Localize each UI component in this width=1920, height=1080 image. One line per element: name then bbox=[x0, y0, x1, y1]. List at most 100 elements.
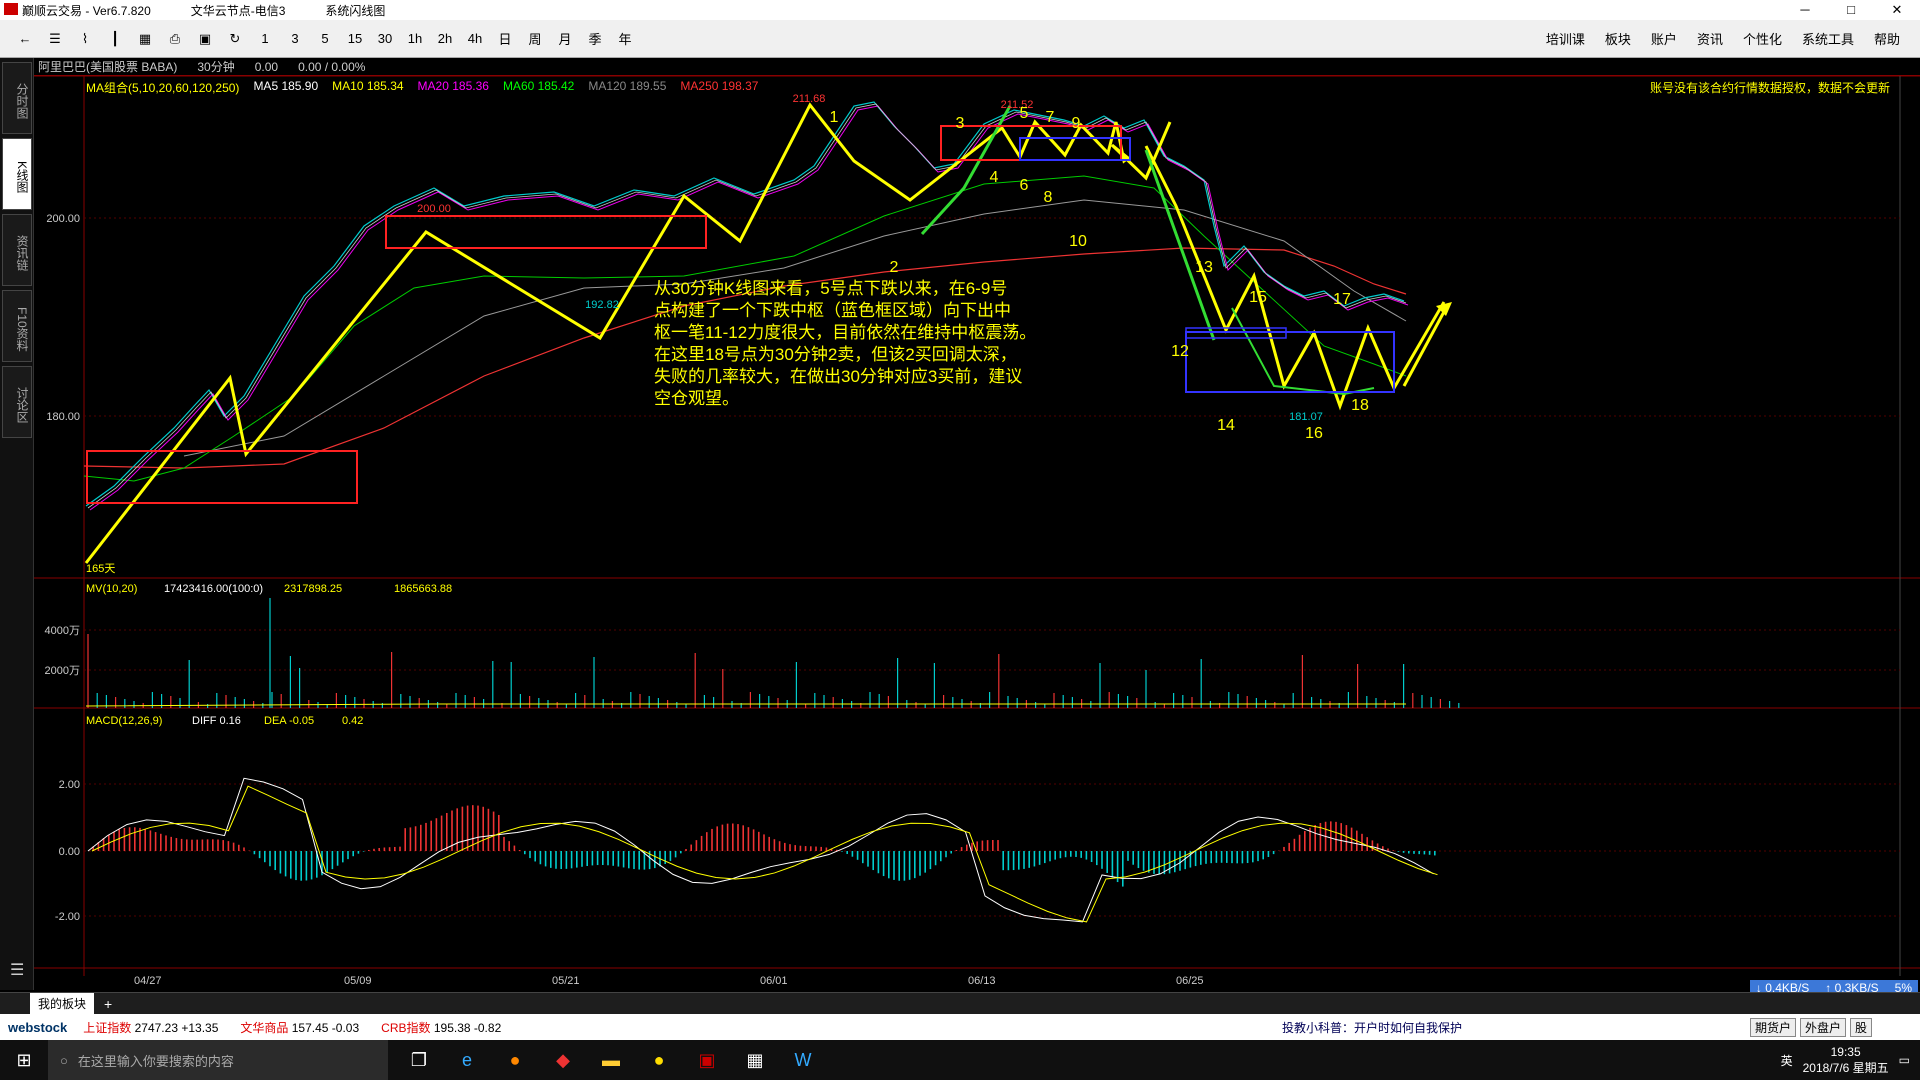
date-label: 06/25 bbox=[1176, 975, 1204, 987]
ma-legend-item: MA10 185.34 bbox=[332, 79, 404, 93]
title-bar: 巅顺云交易 - Ver6.7.820 文华云节点-电信3 系统闪线图 ─ □ ✕ bbox=[0, 0, 1920, 20]
menu-item[interactable]: 板块 bbox=[1605, 29, 1631, 48]
analysis-annotation: 枢一笔11-12力度很大，目前依然在维持中枢震荡。 bbox=[654, 323, 1036, 342]
account-button[interactable]: 股 bbox=[1849, 1017, 1872, 1037]
add-tab-icon[interactable]: + bbox=[104, 996, 112, 1012]
calculator-icon[interactable]: ▦ bbox=[738, 1043, 772, 1077]
wave-number-label: 6 bbox=[1020, 177, 1029, 194]
period-button[interactable]: 2h bbox=[430, 31, 460, 46]
chart-icon[interactable]: ⌇ bbox=[70, 31, 100, 47]
price-value: 0.00 bbox=[254, 59, 279, 74]
save-icon[interactable]: ▣ bbox=[190, 31, 220, 47]
minimize-button[interactable]: ─ bbox=[1782, 0, 1828, 20]
clock[interactable]: 19:35 2018/7/6 星期五 bbox=[1803, 1044, 1889, 1076]
ticker-item[interactable]: 文华商品 157.45 -0.03 bbox=[240, 1019, 359, 1036]
menu-icon[interactable]: ☰ bbox=[10, 960, 24, 980]
period-button[interactable]: 4h bbox=[460, 31, 490, 46]
macd-axis-label: -2.00 bbox=[55, 911, 80, 923]
left-tab[interactable]: 讨论区 bbox=[2, 366, 32, 438]
left-tab[interactable]: K线图 bbox=[2, 138, 32, 210]
windows-start-icon[interactable]: ⊞ bbox=[0, 1050, 48, 1071]
vol-header: 17423416.00(100:0) bbox=[164, 583, 263, 595]
menu-item[interactable]: 资讯 bbox=[1697, 29, 1723, 48]
period-select[interactable]: 30分钟 bbox=[197, 58, 234, 75]
period-button[interactable]: 年 bbox=[610, 29, 640, 48]
vol-axis-label: 2000万 bbox=[45, 665, 80, 677]
lang-indicator[interactable]: 英 bbox=[1781, 1052, 1793, 1069]
bottom-tab-bar: 我的板块 + bbox=[0, 992, 1920, 1014]
price-label: 211.52 bbox=[1001, 99, 1034, 111]
period-button[interactable]: 30 bbox=[370, 31, 400, 46]
wave-number-label: 9 bbox=[1072, 115, 1081, 132]
period-button[interactable]: 1 bbox=[250, 31, 280, 46]
print-icon[interactable]: ⎙ bbox=[160, 31, 190, 47]
macd-header: MACD(12,26,9) bbox=[86, 715, 162, 727]
kline-chart[interactable]: 200.00 180.00 4000万 2000万 2.00 0.00 -2.00 MV(10… bbox=[34, 76, 1920, 992]
wave-number-label: 5 bbox=[1020, 105, 1029, 122]
wave-number-label: 13 bbox=[1195, 259, 1213, 276]
edge-icon[interactable]: e bbox=[450, 1043, 484, 1077]
ticker-item[interactable]: 上证指数 2747.23 +13.35 bbox=[83, 1019, 218, 1036]
date-label: 05/21 bbox=[552, 975, 580, 987]
period-button[interactable]: 月 bbox=[550, 29, 580, 48]
period-button[interactable]: 5 bbox=[310, 31, 340, 46]
chat-icon[interactable]: ● bbox=[642, 1043, 676, 1077]
segment-line bbox=[1144, 149, 1216, 341]
tab-my-sector[interactable]: 我的板块 bbox=[30, 993, 95, 1014]
ma-legend-item: MA20 185.36 bbox=[417, 79, 489, 93]
menu-item[interactable]: 个性化 bbox=[1743, 29, 1782, 48]
menu-item[interactable]: 培训课 bbox=[1546, 29, 1585, 48]
menu-item[interactable]: 账户 bbox=[1651, 29, 1677, 48]
macd-axis-label: 0.00 bbox=[59, 846, 80, 858]
app-icon[interactable]: ◆ bbox=[546, 1043, 580, 1077]
data-notice: 账号没有该合约行情数据授权，数据不会更新 bbox=[1649, 81, 1890, 95]
symbol-name[interactable]: 阿里巴巴(美国股票 BABA) bbox=[38, 58, 177, 75]
macd-header: 0.42 bbox=[342, 715, 363, 727]
ma-legend-item: MA5 185.90 bbox=[253, 79, 319, 93]
browser-icon[interactable]: ● bbox=[498, 1043, 532, 1077]
price-label: 192.82 bbox=[585, 299, 619, 311]
close-button[interactable]: ✕ bbox=[1874, 0, 1920, 20]
period-button[interactable]: 3 bbox=[280, 31, 310, 46]
vol-header: 2317898.25 bbox=[284, 583, 342, 595]
menu-item[interactable]: 系统工具 bbox=[1802, 29, 1854, 48]
date-label: 04/27 bbox=[134, 975, 162, 987]
period-button[interactable]: 日 bbox=[490, 29, 520, 48]
toolbar: ← ☰ ⌇ ┃ ▦ ⎙ ▣ ↻ 1 3 5 15 30 1h 2h 4h 日周月季年 培训课 板块… bbox=[0, 20, 1920, 58]
period-button[interactable]: 1h bbox=[400, 31, 430, 46]
vol-header: MV(10,20) bbox=[86, 583, 137, 595]
kline-icon[interactable]: ┃ bbox=[100, 31, 130, 47]
dea-line bbox=[91, 785, 1438, 923]
list-icon[interactable]: ☰ bbox=[40, 31, 70, 47]
period-button[interactable]: 季 bbox=[580, 29, 610, 48]
word-icon[interactable]: W bbox=[786, 1043, 820, 1077]
task-view-icon[interactable]: ❐ bbox=[402, 1043, 436, 1077]
wave-number-label: 12 bbox=[1171, 343, 1189, 360]
search-icon: ○ bbox=[60, 1052, 68, 1068]
refresh-icon[interactable]: ↻ bbox=[220, 31, 250, 47]
diff-line bbox=[87, 777, 1434, 923]
app-logo-icon bbox=[4, 2, 18, 15]
period-button[interactable]: 15 bbox=[340, 31, 370, 46]
tip-link[interactable]: 投教小科普：开户时如何自我保护 bbox=[1282, 1019, 1462, 1036]
trading-app-icon[interactable]: ▣ bbox=[690, 1043, 724, 1077]
grid-icon[interactable]: ▦ bbox=[130, 31, 160, 47]
left-tab[interactable]: 分时图 bbox=[2, 62, 32, 134]
maximize-button[interactable]: □ bbox=[1828, 0, 1874, 20]
pivot-box-blue bbox=[1019, 137, 1131, 161]
period-button[interactable]: 周 bbox=[520, 29, 550, 48]
date-label: 06/01 bbox=[760, 975, 788, 987]
ticker-item[interactable]: CRB指数 195.38 -0.82 bbox=[381, 1019, 501, 1036]
price-label: 165天 bbox=[86, 563, 115, 575]
left-tab[interactable]: 资讯链 bbox=[2, 214, 32, 286]
taskbar-search[interactable]: ○ 在这里输入你要搜索的内容 bbox=[48, 1040, 388, 1080]
left-tab[interactable]: F10资料 bbox=[2, 290, 32, 362]
back-icon[interactable]: ← bbox=[10, 31, 40, 46]
account-button[interactable]: 期货户 bbox=[1749, 1017, 1796, 1037]
analysis-annotation: 空仓观望。 bbox=[654, 389, 739, 408]
menu-item[interactable]: 帮助 bbox=[1874, 29, 1900, 48]
analysis-annotation: 点构建了一个下跌中枢（蓝色框区域）向下出中 bbox=[654, 301, 1011, 320]
account-button[interactable]: 外盘户 bbox=[1799, 1017, 1846, 1037]
notification-icon[interactable]: ▭ bbox=[1899, 1053, 1910, 1067]
folder-icon[interactable]: ▬ bbox=[594, 1043, 628, 1077]
